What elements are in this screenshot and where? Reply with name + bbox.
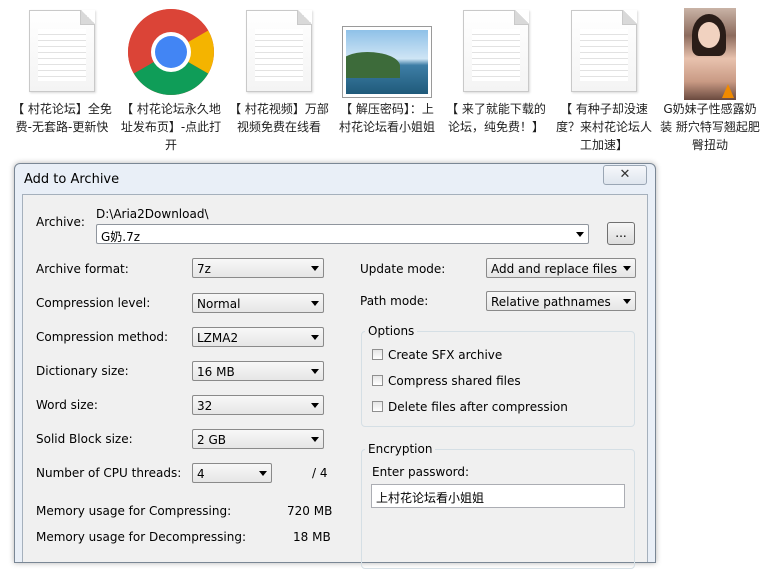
desktop-icon-label: 【 村花视频】万部视频免费在线看: [229, 102, 329, 134]
enter-password-label: Enter password:: [372, 465, 470, 479]
update-mode-label: Update mode:: [360, 262, 446, 276]
archive-label: Archive:: [36, 215, 85, 229]
cpu-threads-select[interactable]: 4: [192, 463, 272, 483]
chevron-down-icon: [311, 301, 319, 306]
close-button[interactable]: ✕: [603, 165, 647, 185]
compression-method-select[interactable]: LZMA2: [192, 327, 324, 347]
desktop-icon-label: 【 有种子却没速度？来村花论坛人工加速】: [555, 102, 652, 152]
text-file-icon: [29, 10, 95, 92]
encryption-title: Encryption: [365, 442, 436, 456]
chevron-down-icon: [311, 369, 319, 374]
chevron-down-icon: [311, 437, 319, 442]
desktop-icon-6[interactable]: 【 有种子却没速度？来村花论坛人工加速】: [550, 6, 658, 154]
browse-button[interactable]: ...: [607, 222, 635, 245]
chrome-icon: [128, 9, 214, 95]
create-sfx-checkbox[interactable]: Create SFX archive: [372, 348, 572, 364]
solid-block-size-label: Solid Block size:: [36, 432, 133, 446]
chevron-down-icon: [311, 266, 319, 271]
chevron-down-icon: [576, 232, 584, 237]
chevron-down-icon: [623, 299, 631, 304]
desktop-icon-4[interactable]: 【 解压密码】：上村花论坛看小姐姐: [333, 6, 441, 136]
desktop-icon-label: 【 村花论坛永久地址发布页】-点此打开: [120, 102, 222, 152]
solid-block-size-select[interactable]: 2 GB: [192, 429, 324, 449]
chevron-down-icon: [311, 403, 319, 408]
text-file-icon: [246, 10, 312, 92]
mem-compress-value: 720 MB: [287, 504, 333, 518]
desktop-icon-label: 【 村花论坛】全免费-无套路-更新快: [12, 102, 112, 134]
dialog-body: Archive: D:\Aria2Download\ G奶.7z ... Arc…: [22, 194, 648, 569]
dialog-titlebar[interactable]: Add to Archive ✕: [15, 164, 655, 194]
chevron-down-icon: [623, 266, 631, 271]
dialog-title: Add to Archive: [24, 172, 120, 187]
close-icon: ✕: [619, 167, 631, 182]
cpu-threads-label: Number of CPU threads:: [36, 466, 182, 480]
image-file-icon: [342, 26, 432, 98]
desktop-icon-7[interactable]: G奶妹子性感露奶装 掰穴特写翘起肥臀扭动: [656, 6, 764, 154]
compression-level-select[interactable]: Normal: [192, 293, 324, 313]
desktop-icon-1[interactable]: 【 村花论坛】全免费-无套路-更新快: [8, 6, 116, 136]
desktop-icon-label: 【 解压密码】：上村花论坛看小姐姐: [338, 102, 435, 134]
delete-after-checkbox[interactable]: Delete files after compression: [372, 400, 592, 416]
compression-method-label: Compression method:: [36, 330, 169, 344]
compression-level-label: Compression level:: [36, 296, 151, 310]
archive-path: D:\Aria2Download\: [96, 207, 209, 221]
desktop-icon-3[interactable]: 【 村花视频】万部视频免费在线看: [225, 6, 333, 136]
dictionary-size-label: Dictionary size:: [36, 364, 129, 378]
archive-name-combo[interactable]: G奶.7z: [96, 224, 589, 244]
desktop-icon-2[interactable]: 【 村花论坛永久地址发布页】-点此打开: [117, 6, 225, 154]
mem-decompress-value: 18 MB: [293, 530, 331, 544]
options-title: Options: [365, 324, 418, 338]
compress-shared-checkbox[interactable]: Compress shared files: [372, 374, 572, 390]
word-size-label: Word size:: [36, 398, 98, 412]
chevron-down-icon: [311, 335, 319, 340]
chevron-down-icon: [259, 471, 267, 476]
desktop-icon-5[interactable]: 【 来了就能下载的论坛，纯免费！】: [442, 6, 550, 136]
text-file-icon: [571, 10, 637, 92]
cpu-threads-max: / 4: [312, 466, 328, 480]
word-size-select[interactable]: 32: [192, 395, 324, 415]
mem-decompress-label: Memory usage for Decompressing:: [36, 530, 246, 544]
update-mode-select[interactable]: Add and replace files: [486, 258, 636, 278]
add-to-archive-dialog: Add to Archive ✕ Archive: D:\Aria2Downlo…: [14, 163, 656, 569]
path-mode-select[interactable]: Relative pathnames: [486, 291, 636, 311]
desktop-icon-label: 【 来了就能下载的论坛，纯免费！】: [446, 102, 546, 134]
text-file-icon: [463, 10, 529, 92]
dictionary-size-select[interactable]: 16 MB: [192, 361, 324, 381]
path-mode-label: Path mode:: [360, 294, 429, 308]
video-file-icon: [684, 8, 736, 100]
archive-format-select[interactable]: 7z: [192, 258, 324, 278]
desktop-icon-label: G奶妹子性感露奶装 掰穴特写翘起肥臀扭动: [660, 102, 760, 152]
password-input[interactable]: 上村花论坛看小姐姐: [371, 484, 625, 508]
mem-compress-label: Memory usage for Compressing:: [36, 504, 232, 518]
archive-format-label: Archive format:: [36, 262, 129, 276]
